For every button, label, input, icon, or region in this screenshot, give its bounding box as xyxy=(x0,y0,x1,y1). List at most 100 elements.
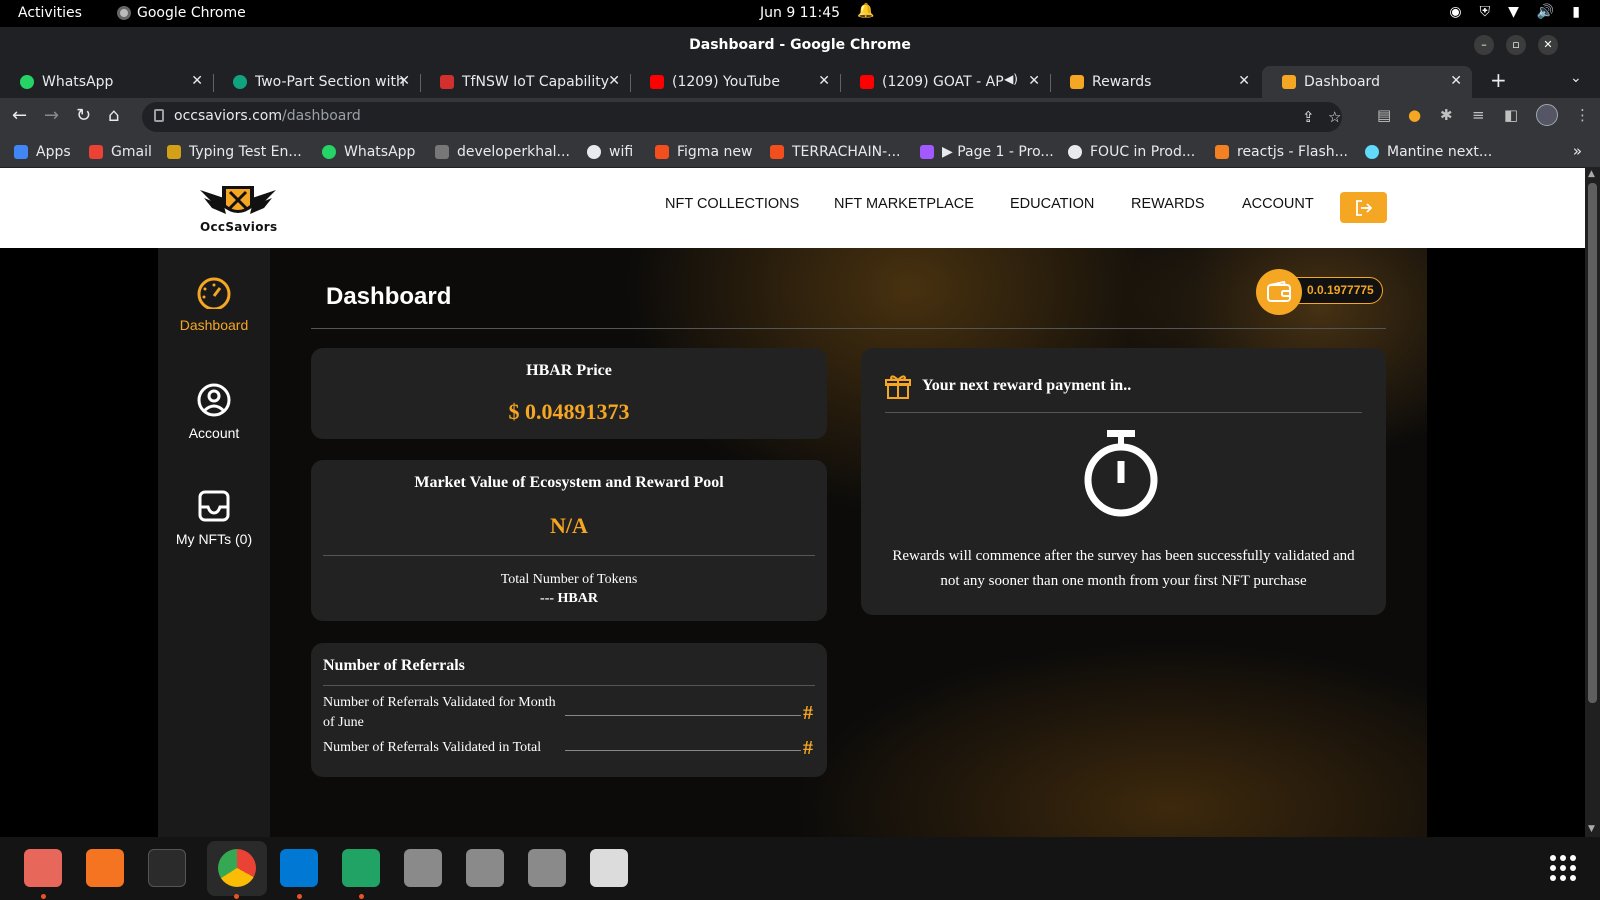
back-icon[interactable]: ← xyxy=(12,105,27,126)
sidebar-item-dashboard[interactable]: Dashboard xyxy=(158,277,270,333)
files-icon[interactable] xyxy=(24,849,62,887)
extension-icon[interactable]: ▤ xyxy=(1377,106,1391,124)
page-title: Dashboard xyxy=(326,283,452,310)
extension-grammarly-icon[interactable]: ● xyxy=(1408,106,1421,124)
more-bookmarks-icon[interactable]: » xyxy=(1573,142,1582,160)
show-apps-icon[interactable] xyxy=(1550,855,1576,881)
disk-icon[interactable] xyxy=(404,849,442,887)
tab-rewards[interactable]: Rewards ✕ xyxy=(1050,66,1260,98)
speaker-icon[interactable]: ◀) xyxy=(1004,72,1018,86)
tab-search-icon[interactable]: ⌄ xyxy=(1570,70,1582,86)
url-text[interactable]: occsaviors.com/dashboard xyxy=(174,108,361,124)
close-window-icon[interactable]: ✕ xyxy=(1538,35,1558,55)
address-bar[interactable]: occsaviors.com/dashboard ⇪ ☆ xyxy=(142,102,1342,132)
tab-whatsapp[interactable]: WhatsApp ✕ xyxy=(0,66,213,98)
page-scrollbar[interactable]: ▲ ▼ xyxy=(1585,168,1600,837)
bookmark-fouc[interactable]: FOUC in Prod... xyxy=(1068,144,1195,160)
bookmark-mantine[interactable]: Mantine next... xyxy=(1365,144,1492,160)
reload-icon[interactable]: ↻ xyxy=(76,105,91,126)
reading-list-icon[interactable]: ≡ xyxy=(1472,106,1485,124)
maximize-icon[interactable]: ▫ xyxy=(1506,35,1526,55)
next-reward-card: Your next reward payment in.. Rewards wi… xyxy=(861,348,1386,615)
system-tray[interactable]: ◉ ⛨ ▼ 🔊 ▮ xyxy=(1449,4,1580,20)
trash-icon[interactable] xyxy=(590,849,628,887)
site-header: OccSaviors NFT COLLECTIONS NFT MARKETPLA… xyxy=(0,168,1585,248)
bookmark-wifi[interactable]: wifi xyxy=(587,144,633,160)
whatsapp-icon xyxy=(322,145,336,159)
bookmark-apps[interactable]: Apps xyxy=(14,144,71,160)
referrals-total-value: # xyxy=(803,737,813,759)
nsw-icon xyxy=(440,75,454,89)
forward-icon[interactable]: → xyxy=(44,105,59,126)
close-tab-icon[interactable]: ✕ xyxy=(1450,73,1462,89)
nav-account[interactable]: ACCOUNT xyxy=(1242,196,1314,212)
logout-button[interactable] xyxy=(1340,192,1387,223)
sidebar-item-account[interactable]: Account xyxy=(158,383,270,441)
menu-kebab-icon[interactable]: ⋮ xyxy=(1575,106,1590,124)
nav-rewards[interactable]: REWARDS xyxy=(1131,196,1205,212)
site-icon xyxy=(435,145,449,159)
bookmark-developerkhal[interactable]: developerkhal... xyxy=(435,144,570,160)
sidebar-item-my-nfts[interactable]: My NFTs (0) xyxy=(158,489,270,547)
scrollbar-thumb[interactable] xyxy=(1588,183,1597,703)
home-icon[interactable]: ⌂ xyxy=(108,105,119,126)
bookmark-figma-new[interactable]: Figma new xyxy=(655,144,752,160)
clock[interactable]: Jun 9 11:45 xyxy=(760,5,840,21)
globe-icon xyxy=(587,145,601,159)
tab-goat[interactable]: (1209) GOAT - AP D ◀) ✕ xyxy=(840,66,1050,98)
tab-label: TfNSW IoT Capability xyxy=(462,74,609,90)
figma-icon xyxy=(770,145,784,159)
puzzle-icon[interactable]: ✱ xyxy=(1440,106,1453,124)
card-divider xyxy=(323,685,815,686)
sidebar-item-label: Account xyxy=(188,425,240,441)
bookmark-reactjs[interactable]: reactjs - Flash... xyxy=(1215,144,1348,160)
wallet-balance-badge[interactable]: 0.0.1977775 xyxy=(1256,269,1383,315)
tab-dashboard[interactable]: Dashboard ✕ xyxy=(1262,66,1472,98)
tab-two-part-section[interactable]: Two-Part Section with ✕ xyxy=(213,66,420,98)
new-tab-button[interactable]: + xyxy=(1490,68,1507,92)
close-tab-icon[interactable]: ✕ xyxy=(818,73,830,89)
activities-button[interactable]: Activities xyxy=(18,5,82,21)
nav-education[interactable]: EDUCATION xyxy=(1010,196,1094,212)
bookmark-gmail[interactable]: Gmail xyxy=(89,144,152,160)
close-tab-icon[interactable]: ✕ xyxy=(1028,73,1040,89)
close-tab-icon[interactable]: ✕ xyxy=(398,73,410,89)
nav-nft-collections[interactable]: NFT COLLECTIONS xyxy=(665,196,799,212)
close-tab-icon[interactable]: ✕ xyxy=(608,73,620,89)
inbox-icon xyxy=(198,490,230,522)
share-icon[interactable]: ⇪ xyxy=(1302,108,1315,126)
side-panel-icon[interactable]: ◧ xyxy=(1504,106,1518,124)
minimize-icon[interactable]: – xyxy=(1474,35,1494,55)
disk-icon[interactable] xyxy=(528,849,566,887)
lock-icon[interactable] xyxy=(154,109,164,122)
scroll-up-icon[interactable]: ▲ xyxy=(1588,169,1595,179)
running-indicator xyxy=(41,894,46,899)
bookmark-terrachain[interactable]: TERRACHAIN-... xyxy=(770,144,901,160)
battery-icon: ▮ xyxy=(1572,4,1580,20)
bookmark-page-1[interactable]: ▶ Page 1 - Pro... xyxy=(920,144,1054,160)
chrome-dock-icon[interactable] xyxy=(218,849,256,887)
profile-avatar[interactable] xyxy=(1536,104,1558,126)
bookmark-label: Gmail xyxy=(111,144,152,160)
disk-icon[interactable] xyxy=(466,849,504,887)
software-center-icon[interactable] xyxy=(86,849,124,887)
bookmark-whatsapp[interactable]: WhatsApp xyxy=(322,144,415,160)
terminal-icon[interactable] xyxy=(148,849,186,887)
referrals-card: Number of Referrals Number of Referrals … xyxy=(311,643,827,777)
vscode-icon[interactable] xyxy=(280,849,318,887)
tab-tfnsw[interactable]: TfNSW IoT Capability ✕ xyxy=(420,66,630,98)
star-icon[interactable]: ☆ xyxy=(1328,108,1341,126)
logo-text: OccSaviors xyxy=(200,220,278,234)
bookmark-typing-test[interactable]: Typing Test En... xyxy=(167,144,302,160)
nav-nft-marketplace[interactable]: NFT MARKETPLACE xyxy=(834,196,974,212)
close-tab-icon[interactable]: ✕ xyxy=(191,73,203,89)
spreadsheet-icon[interactable] xyxy=(342,849,380,887)
tab-youtube[interactable]: (1209) YouTube ✕ xyxy=(630,66,840,98)
market-value: N/A xyxy=(550,513,588,538)
scroll-down-icon[interactable]: ▼ xyxy=(1588,824,1595,834)
bookmark-label: FOUC in Prod... xyxy=(1090,144,1196,160)
close-tab-icon[interactable]: ✕ xyxy=(1238,73,1250,89)
github-icon xyxy=(1068,145,1082,159)
bell-icon: 🔔 xyxy=(857,3,875,19)
app-menu[interactable]: Google Chrome xyxy=(117,5,246,21)
